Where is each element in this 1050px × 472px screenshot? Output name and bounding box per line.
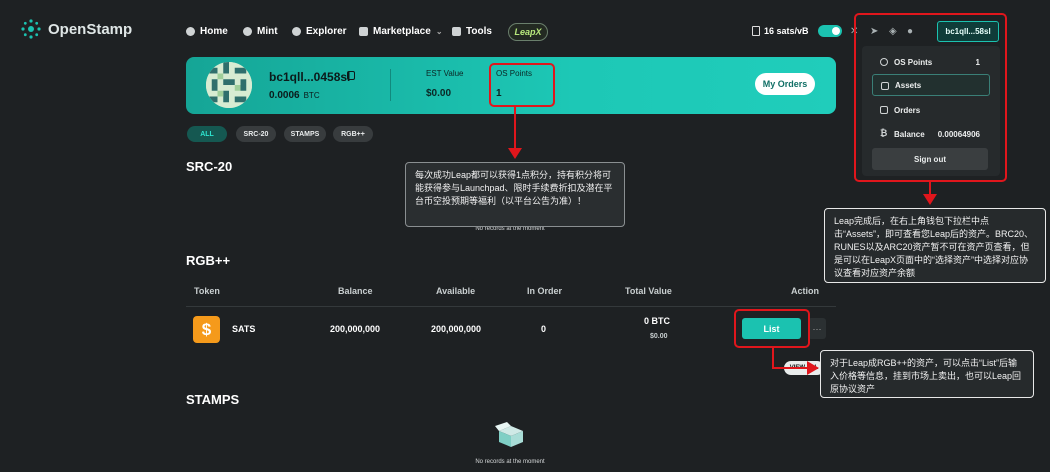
dropdown-highlight (854, 13, 1007, 182)
points-tooltip: 每次成功Leap都可以获得1点积分，持有积分将可能获得参与Launchpad、限… (405, 162, 625, 227)
table-divider (186, 306, 836, 307)
list-button-highlight (734, 309, 810, 348)
page: OpenStamp Home Mint Explorer Marketplace… (0, 0, 1050, 472)
marketplace-icon (359, 27, 368, 36)
brand-name: OpenStamp (48, 20, 133, 38)
nav-tools-label: Tools (466, 26, 492, 37)
col-in-order: In Order (527, 286, 563, 296)
btc-balance-value: 0.0006 (269, 90, 300, 101)
tab-rgb[interactable]: RGB++ (333, 126, 373, 142)
fee-rate-value: 16 sats/vB (764, 26, 809, 36)
nav-mint-label: Mint (257, 26, 278, 37)
fee-rate[interactable]: 16 sats/vB (752, 26, 809, 36)
more-actions-button[interactable]: ··· (808, 318, 826, 339)
col-action: Action (791, 286, 819, 296)
tab-all[interactable]: ALL (187, 126, 227, 142)
nav-mint[interactable]: Mint (243, 26, 278, 37)
col-balance: Balance (338, 286, 373, 296)
token-balance: 200,000,000 (330, 324, 381, 334)
nav-marketplace-label: Marketplace (373, 26, 431, 37)
arrow-right-icon (772, 346, 819, 375)
lock-icon (452, 27, 461, 36)
home-icon (186, 27, 195, 36)
leapx-button[interactable]: LeapX (508, 23, 548, 41)
col-available: Available (436, 286, 476, 296)
nav-home[interactable]: Home (186, 26, 228, 37)
mint-icon (243, 27, 252, 36)
sats-token-icon: $ (193, 316, 220, 343)
list-tooltip: 对于Leap成RGB++的资产，可以点击“List”后输入价格等信息，挂到市场上… (820, 350, 1034, 398)
nav-explorer[interactable]: Explorer (292, 26, 347, 37)
token-name: SATS (232, 324, 256, 334)
nav-marketplace[interactable]: Marketplace ⌄ (359, 26, 443, 37)
btc-balance: 0.0006 BTC (269, 90, 320, 101)
chevron-down-icon: ⌄ (435, 27, 443, 36)
theme-toggle[interactable] (818, 25, 842, 37)
col-token: Token (194, 286, 220, 296)
tab-stamps[interactable]: STAMPS (284, 126, 326, 142)
my-orders-button[interactable]: My Orders (755, 73, 815, 95)
est-value-label: EST Value (426, 69, 464, 78)
gas-pump-icon (752, 26, 760, 36)
est-value: $0.00 (426, 88, 452, 99)
empty-box-icon (495, 422, 523, 447)
src20-title: SRC-20 (186, 159, 233, 174)
os-points-highlight (489, 63, 555, 107)
token-in-order: 0 (541, 324, 547, 334)
arrow-down-icon (923, 182, 937, 205)
token-total-usd: $0.00 (650, 333, 668, 340)
brand-logo[interactable]: OpenStamp (20, 18, 132, 40)
tab-src20[interactable]: SRC-20 (236, 126, 276, 142)
btc-balance-unit: BTC (303, 91, 320, 100)
rgb-title: RGB++ (186, 253, 231, 268)
openstamp-logo-icon (21, 19, 41, 39)
assets-tooltip: Leap完成后，在右上角钱包下拉栏中点击“Assets”，即可查看您Leap后的… (824, 208, 1046, 283)
nav-tools[interactable]: Tools (452, 26, 492, 37)
card-divider (390, 69, 391, 101)
token-total-btc: 0 BTC (644, 316, 671, 326)
copy-icon[interactable] (347, 71, 355, 80)
avatar (206, 62, 252, 108)
nav-explorer-label: Explorer (306, 26, 347, 37)
wallet-address: bc1qll...0458sl (269, 70, 351, 84)
col-total-value: Total Value (625, 286, 672, 296)
token-available: 200,000,000 (431, 324, 482, 334)
arrow-down-icon (508, 106, 522, 159)
stamps-empty-text: No records at the moment (475, 459, 545, 465)
stamps-title: STAMPS (186, 392, 240, 407)
search-icon (292, 27, 301, 36)
nav-home-label: Home (200, 26, 228, 37)
